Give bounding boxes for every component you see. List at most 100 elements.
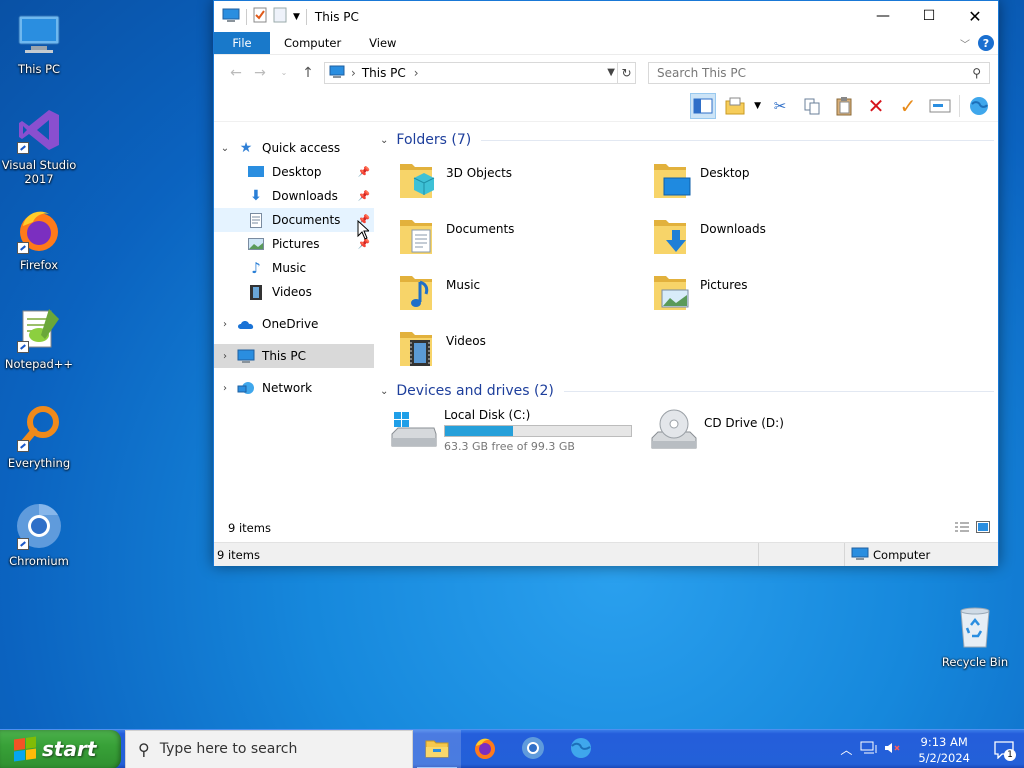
folder-name: Pictures [700, 278, 748, 292]
properties-button[interactable]: ✓ [895, 93, 921, 119]
nav-quick-downloads[interactable]: ⬇ Downloads 📌 [214, 184, 374, 208]
taskbar-browser[interactable] [557, 730, 605, 768]
recent-locations-icon[interactable]: ⌄ [272, 68, 296, 77]
help-icon[interactable]: ? [978, 35, 994, 51]
collapse-chevron-icon[interactable]: ⌄ [214, 143, 236, 154]
refresh-button[interactable]: ↻ [617, 62, 635, 83]
desktop-icon-chromium[interactable]: Chromium [1, 502, 77, 568]
maximize-button[interactable]: ☐ [906, 1, 952, 31]
action-center-button[interactable]: 1 [984, 730, 1024, 768]
nav-this-pc[interactable]: › This PC [214, 344, 374, 368]
new-folder-icon[interactable] [273, 7, 287, 26]
collapse-chevron-icon[interactable]: ⌄ [380, 135, 388, 146]
shortcut-arrow-icon [17, 142, 29, 154]
drive-name: CD Drive (D:) [704, 416, 784, 430]
drive-local-disk-c[interactable]: Local Disk (C:) 63.3 GB free of 99.3 GB [376, 408, 632, 460]
desktop-icon-this-pc[interactable]: This PC [1, 10, 77, 76]
address-bar[interactable]: › This PC › ▼ ↻ [324, 61, 636, 84]
nav-quick-videos[interactable]: Videos [214, 280, 374, 304]
address-dropdown-icon[interactable]: ▼ [607, 67, 615, 78]
navigation-pane-button[interactable] [690, 92, 717, 119]
paste-button[interactable] [831, 93, 857, 119]
cut-button[interactable]: ✂ [767, 93, 793, 119]
nav-onedrive[interactable]: › OneDrive [214, 312, 374, 336]
close-button[interactable]: ✕ [952, 1, 998, 31]
browser-globe-icon[interactable] [966, 93, 992, 119]
navigation-pane: ⌄ ★ Quick access Desktop 📌 ⬇ Downloads 📌… [214, 130, 374, 515]
up-button[interactable]: ↑ [296, 65, 320, 81]
folders-group-header[interactable]: ⌄ Folders (7) [376, 130, 996, 150]
notepadpp-icon [15, 305, 63, 353]
new-item-dropdown-icon[interactable]: ▼ [754, 101, 761, 111]
delete-button[interactable]: ✕ [863, 93, 889, 119]
taskbar-chromium[interactable] [509, 730, 557, 768]
tab-file[interactable]: File [214, 32, 270, 54]
taskbar-search-placeholder: Type here to search [159, 741, 298, 757]
large-icons-view-icon[interactable] [976, 521, 990, 536]
tab-computer[interactable]: Computer [270, 32, 355, 54]
folder-music[interactable]: Music [376, 270, 616, 322]
nav-network[interactable]: › Network [214, 376, 374, 400]
clock[interactable]: 9:13 AM 5/2/2024 [918, 734, 970, 766]
nav-quick-documents[interactable]: Documents 📌 [214, 208, 374, 232]
divider [481, 139, 994, 141]
search-input[interactable]: Search This PC ⚲ [648, 61, 990, 84]
copy-button[interactable] [799, 93, 825, 119]
taskbar-firefox[interactable] [461, 730, 509, 768]
back-button[interactable]: ← [224, 65, 248, 81]
breadcrumb-chevron-icon[interactable]: › [351, 66, 356, 80]
breadcrumb-chevron-icon[interactable]: › [414, 66, 419, 80]
search-icon: ⚲ [138, 739, 150, 759]
desktop-icon-notepadpp[interactable]: Notepad++ [1, 305, 77, 371]
network-icon [236, 380, 256, 396]
network-tray-icon[interactable] [860, 741, 878, 758]
nav-quick-desktop[interactable]: Desktop 📌 [214, 160, 374, 184]
expand-ribbon-icon[interactable]: ﹀ [960, 36, 970, 51]
show-hidden-icons-icon[interactable]: ︿ [840, 741, 852, 758]
desktop-icon-visual-studio[interactable]: Visual Studio 2017 [1, 106, 77, 186]
desktop-icon-everything[interactable]: Everything [1, 404, 77, 470]
desktop-icon-firefox[interactable]: Firefox [1, 206, 77, 272]
tab-view[interactable]: View [355, 32, 410, 54]
rename-button[interactable] [927, 93, 953, 119]
star-icon: ★ [239, 140, 253, 156]
folder-desktop[interactable]: Desktop [630, 158, 870, 210]
details-view-icon[interactable] [954, 521, 970, 536]
drives-group-header[interactable]: ⌄ Devices and drives (2) [376, 381, 996, 401]
folder-documents[interactable]: Documents [376, 214, 616, 266]
drive-usage-bar [444, 425, 632, 437]
folder-3d-objects[interactable]: 3D Objects [376, 158, 616, 210]
forward-button[interactable]: → [248, 65, 272, 81]
expand-chevron-icon[interactable]: › [214, 351, 236, 362]
folder-pictures[interactable]: Pictures [630, 270, 870, 322]
taskbar-search-input[interactable]: ⚲ Type here to search [125, 729, 413, 768]
drive-cd-d[interactable]: CD Drive (D:) [630, 408, 784, 460]
folder-downloads[interactable]: Downloads [630, 214, 870, 266]
cd-drive-icon [650, 408, 698, 452]
nav-label: This PC [262, 349, 306, 363]
search-icon[interactable]: ⚲ [972, 66, 981, 80]
collapse-chevron-icon[interactable]: ⌄ [380, 386, 388, 397]
folder-videos[interactable]: Videos [376, 326, 616, 378]
nav-label: Pictures [272, 237, 320, 251]
qat-dropdown-icon[interactable]: ▼ [293, 12, 300, 22]
breadcrumb-this-pc[interactable]: This PC [362, 66, 406, 80]
title-bar[interactable]: ▼ This PC — ☐ ✕ [214, 1, 998, 32]
taskbar-file-explorer[interactable] [413, 729, 461, 768]
nav-quick-music[interactable]: ♪ Music [214, 256, 374, 280]
desktop-icon-label: Notepad++ [4, 357, 74, 371]
expand-chevron-icon[interactable]: › [214, 319, 236, 330]
nav-quick-pictures[interactable]: Pictures 📌 [214, 232, 374, 256]
nav-quick-access[interactable]: ⌄ ★ Quick access [214, 136, 374, 160]
start-button[interactable]: start [0, 729, 121, 768]
firefox-icon [473, 736, 497, 763]
shortcut-arrow-icon [17, 538, 29, 550]
minimize-button[interactable]: — [860, 1, 906, 31]
pin-icon[interactable]: 📌 [358, 167, 370, 178]
desktop-icon-recycle-bin[interactable]: Recycle Bin [937, 603, 1013, 669]
properties-icon[interactable] [253, 7, 267, 26]
new-folder-button[interactable] [722, 93, 748, 119]
pin-icon[interactable]: 📌 [358, 191, 370, 202]
expand-chevron-icon[interactable]: › [214, 383, 236, 394]
volume-muted-icon[interactable] [884, 741, 902, 758]
